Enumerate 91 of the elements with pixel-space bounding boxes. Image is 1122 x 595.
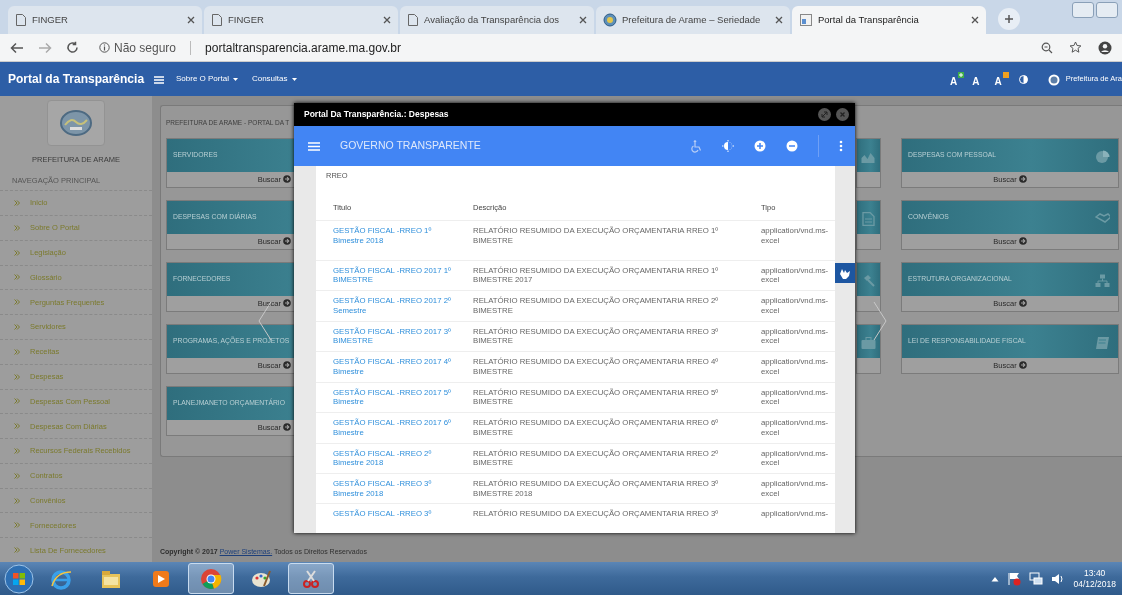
nav-menu[interactable]: Sobre O Portal — [176, 73, 238, 85]
double-chevron-icon — [14, 299, 20, 306]
double-chevron-icon — [14, 522, 20, 529]
zoom-icon[interactable] — [1041, 41, 1053, 54]
close-icon[interactable] — [383, 16, 391, 24]
browser-tab[interactable]: Avaliação da Transparência dos — [400, 6, 594, 34]
menu-icon[interactable] — [154, 75, 164, 84]
info-icon — [99, 42, 110, 53]
taskbar-app-button[interactable] — [188, 563, 234, 594]
zoom-in-icon[interactable] — [754, 140, 766, 152]
arrow-circle-icon[interactable] — [283, 361, 291, 370]
minus-badge-icon — [1002, 71, 1009, 78]
page-icon — [211, 13, 223, 27]
handshake-icon — [1095, 211, 1110, 226]
double-chevron-icon — [14, 249, 20, 256]
arrow-circle-icon[interactable] — [283, 175, 291, 184]
start-orb-icon[interactable] — [4, 563, 34, 594]
double-chevron-icon — [14, 497, 20, 504]
double-chevron-icon — [14, 398, 20, 405]
clock[interactable]: 13:40 04/12/2018 — [1073, 567, 1116, 590]
url-text[interactable]: portaltransparencia.arame.ma.gov.br — [205, 38, 401, 57]
browser-e-icon — [50, 567, 72, 590]
emblem-icon — [59, 107, 93, 138]
font-size-button[interactable]: A — [994, 71, 1009, 87]
double-chevron-icon — [14, 472, 20, 479]
book-icon — [1095, 335, 1110, 350]
close-icon[interactable] — [971, 16, 979, 24]
star-icon[interactable] — [1069, 41, 1082, 54]
double-chevron-icon — [14, 448, 20, 454]
briefcase-icon — [861, 335, 876, 350]
flag-icon[interactable] — [1007, 571, 1022, 586]
double-chevron-icon — [14, 547, 20, 554]
caret-icon — [232, 77, 238, 81]
double-chevron-icon — [14, 224, 20, 231]
menu-icon[interactable] — [308, 141, 320, 151]
double-chevron-icon — [14, 423, 20, 430]
browser-tab[interactable]: Portal da Transparência — [792, 6, 986, 34]
font-size-button[interactable]: A — [972, 71, 987, 87]
page-icon — [15, 13, 27, 27]
speaker-icon[interactable] — [1051, 571, 1066, 586]
caret-up-icon[interactable] — [991, 575, 1000, 582]
arrow-circle-icon[interactable] — [283, 423, 291, 432]
browser-tab[interactable]: FINGER — [204, 6, 398, 34]
sitemap-icon — [1095, 273, 1110, 288]
reload-icon[interactable] — [66, 41, 79, 54]
arrow-circle-icon[interactable] — [1018, 237, 1027, 246]
arrow-circle-icon[interactable] — [283, 237, 291, 246]
contrast-icon[interactable] — [722, 140, 734, 152]
arrow-circle-icon[interactable] — [1018, 299, 1027, 308]
page-icon — [407, 13, 419, 27]
expand-icon[interactable] — [818, 108, 831, 121]
pie-chart-icon — [1095, 149, 1110, 164]
network-icon[interactable] — [1029, 571, 1044, 586]
contrast-icon[interactable] — [1018, 75, 1028, 85]
font-size-button[interactable]: A — [950, 71, 965, 87]
toolbar-title: GOVERNO TRANSPARENTE — [340, 138, 482, 154]
new-tab-button[interactable] — [998, 8, 1020, 30]
account-icon[interactable] — [1098, 40, 1112, 55]
chrome-icon — [200, 567, 222, 590]
hands-icon — [839, 267, 851, 279]
close-icon[interactable] — [836, 108, 849, 121]
browser-tab[interactable]: FINGER — [8, 6, 202, 34]
arrow-circle-icon[interactable] — [283, 299, 291, 308]
double-chevron-icon — [14, 373, 20, 380]
site-brand[interactable]: Portal da Transparência — [8, 70, 154, 88]
double-chevron-icon — [14, 324, 20, 330]
accessibility-button[interactable] — [835, 263, 855, 283]
back-icon[interactable] — [10, 41, 24, 54]
document-icon — [861, 211, 876, 226]
arrow-circle-icon[interactable] — [1018, 361, 1027, 370]
document-icon — [799, 13, 813, 27]
close-icon[interactable] — [775, 16, 783, 24]
emblem-icon — [1047, 73, 1060, 86]
double-chevron-icon — [14, 200, 20, 206]
close-icon[interactable] — [579, 16, 587, 24]
caret-icon — [291, 77, 297, 81]
modal-title: Portal Da Transparência.: Despesas — [304, 108, 450, 121]
double-chevron-icon — [14, 348, 20, 355]
arrow-circle-icon[interactable] — [1018, 175, 1027, 184]
security-label: Não seguro — [114, 39, 177, 57]
chevron-right-icon[interactable] — [873, 301, 887, 341]
close-icon[interactable] — [187, 16, 195, 24]
zoom-out-icon[interactable] — [786, 140, 798, 152]
taskbar-app-button[interactable] — [288, 563, 334, 594]
more-icon[interactable] — [839, 140, 843, 152]
double-chevron-icon — [14, 274, 20, 281]
plus-badge-icon — [958, 71, 965, 78]
emblem-icon — [603, 13, 617, 27]
nav-menu[interactable]: Consultas — [251, 73, 297, 85]
plus-icon — [1004, 14, 1014, 24]
browser-tab[interactable]: Prefeitura de Arame – Seriedade — [596, 6, 790, 34]
